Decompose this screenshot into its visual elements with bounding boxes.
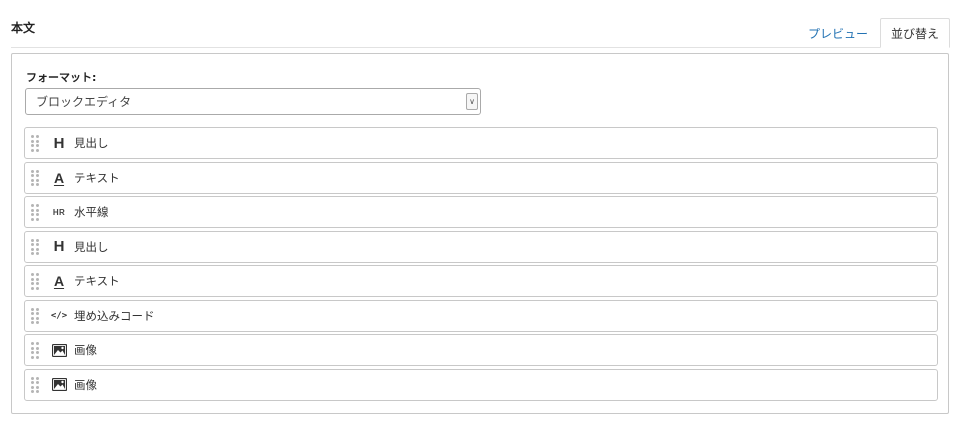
horizontal-rule-icon: HR	[52, 207, 66, 217]
block-list: H 見出し A テキスト HR 水平線 H 見出し A テキスト </> 埋め込…	[24, 127, 938, 403]
block-label: 画像	[74, 377, 97, 392]
tab-preview[interactable]: プレビュー	[796, 18, 880, 48]
drag-handle-icon[interactable]	[31, 342, 39, 359]
block-item[interactable]: A テキスト	[24, 265, 938, 297]
block-label: 見出し	[74, 136, 109, 150]
block-item[interactable]: 画像	[24, 368, 938, 401]
drag-handle-icon[interactable]	[31, 307, 39, 324]
editor-panel: フォーマット: ブロックエディタ ∨ H 見出し A テキスト HR 水平線 H…	[11, 53, 949, 414]
drag-handle-icon[interactable]	[31, 273, 39, 290]
block-label: 埋め込みコード	[74, 308, 155, 323]
block-item[interactable]: H 見出し	[24, 127, 938, 159]
block-item[interactable]: H 見出し	[24, 230, 938, 263]
drag-handle-icon[interactable]	[31, 135, 39, 152]
chevron-down-icon[interactable]: ∨	[466, 93, 478, 110]
drag-handle-icon[interactable]	[31, 238, 39, 255]
editor-tabs: プレビュー 並び替え	[796, 18, 950, 48]
block-label: 画像	[74, 343, 97, 357]
drag-handle-icon[interactable]	[31, 204, 39, 221]
section-title: 本文	[11, 21, 36, 35]
block-label: 見出し	[74, 239, 109, 254]
block-item[interactable]: </> 埋め込みコード	[24, 299, 938, 332]
format-select[interactable]: ブロックエディタ ∨	[25, 88, 481, 115]
block-label: 水平線	[74, 205, 109, 219]
format-label: フォーマット:	[26, 71, 97, 84]
image-icon	[51, 343, 67, 357]
drag-handle-icon[interactable]	[31, 169, 39, 186]
heading-icon: H	[53, 134, 65, 152]
image-icon	[51, 378, 67, 391]
header-divider	[11, 47, 949, 48]
block-label: テキスト	[74, 170, 120, 185]
block-item[interactable]: HR 水平線	[24, 196, 938, 228]
format-select-value: ブロックエディタ	[36, 95, 132, 109]
text-icon: A	[53, 273, 65, 289]
tab-sort[interactable]: 並び替え	[879, 18, 950, 48]
code-icon: </>	[50, 310, 68, 321]
block-label: テキスト	[74, 274, 120, 288]
drag-handle-icon[interactable]	[31, 376, 39, 393]
block-item[interactable]: A テキスト	[24, 161, 938, 194]
heading-icon: H	[53, 238, 65, 255]
block-item[interactable]: 画像	[24, 334, 938, 366]
text-icon: A	[53, 169, 65, 186]
